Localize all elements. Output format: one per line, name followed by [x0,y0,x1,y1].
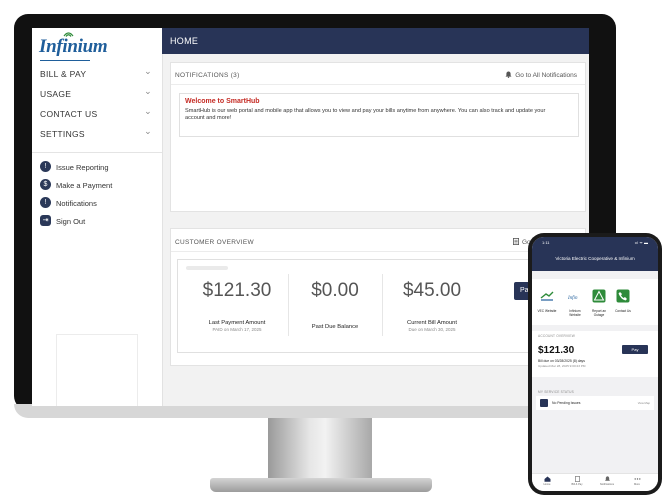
all-notifications-label: Go to All Notifications [515,72,577,79]
phone-tab-label: Bill & Pay [571,483,583,486]
phone-account-title: ACCOUNT OVERVIEW [538,334,575,338]
sidebar-divider [32,152,162,153]
menu-contact-us[interactable]: CONTACT US ⌄ [32,104,162,124]
phone-tab-bar: Home Bill & Pay Notifications More [532,473,658,491]
notifications-title: NOTIFICATIONS (3) [175,72,240,79]
phone-quick-label: Report an Outage [592,309,606,317]
quick-link-label: Sign Out [56,217,86,226]
panel-divider [171,84,585,85]
page-title: HOME [170,36,199,46]
bill-icon [574,476,580,482]
bell-icon [505,71,512,78]
current-bill-label: Current Bill Amount [407,320,457,326]
panel-divider [171,251,585,252]
customer-overview-title: CUSTOMER OVERVIEW [175,239,254,246]
phone-service-more[interactable]: View Map [638,401,650,405]
quick-link-label: Notifications [56,199,97,208]
account-summary: $121.30 Last Payment Amount PAID on Marc… [177,259,581,353]
menu-settings[interactable]: SETTINGS ⌄ [32,124,162,144]
monitor-chin [14,404,616,418]
phone-quick-label: Contact Us [615,309,631,313]
phone-quick-label: VEC Website [537,309,557,313]
report-outage-icon[interactable] [592,289,606,303]
phone-tab-label: More [634,483,640,486]
phone-status-icons: •ıl ᯤ ▬ [634,240,648,245]
current-bill-amount: $45.00 [402,280,462,301]
current-bill-due-date: Due on March 30, 2025 [408,327,456,332]
welcome-notification[interactable]: Welcome to SmartHub SmartHub is our web … [179,93,579,137]
menu-bill-pay-label: BILL & PAY [40,69,87,79]
notifications-panel: NOTIFICATIONS (3) Go to All Notification… [170,62,586,212]
monitor-stand-foot [210,478,432,492]
dollar-icon: $ [40,179,51,190]
bell-icon [604,476,610,481]
phone-device: 1:11 •ıl ᯤ ▬ Victoria Electric Cooperati… [528,233,662,495]
menu-usage-label: USAGE [40,89,72,99]
chevron-down-icon: ⌄ [144,106,152,116]
more-icon [634,478,640,480]
last-payment-date: PAID on March 17, 2025 [212,327,262,332]
exclamation-icon: ! [40,161,51,172]
last-payment-label: Last Payment Amount [208,320,266,326]
phone-tab-label: Notifications [599,483,615,486]
last-payment-amount: $121.30 [202,280,272,301]
phone-updated-text: Updated Mar 28, 2025 9:00:23 PM [538,364,586,368]
sidebar: Infinium BILL & PAY ⌄ USAGE ⌄ CONTACT US… [32,28,163,406]
phone-tab-notifications[interactable]: Notifications [595,476,619,486]
redacted-account-line [186,266,228,270]
svg-text:Infin: Infin [568,296,578,301]
column-divider [382,274,383,336]
phone-app-title: Victoria Electric Cooperative & Infinium [555,256,635,261]
home-icon [544,476,550,482]
quick-link-label: Make a Payment [56,181,113,190]
phone-account-overview: ACCOUNT OVERVIEW $121.30 Bill due on 03/… [532,331,658,377]
vec-logo-icon[interactable] [540,289,554,303]
document-icon [513,238,519,245]
customer-overview-panel: CUSTOMER OVERVIEW Go T $121.30 Last Paym… [170,228,586,366]
menu-usage[interactable]: USAGE ⌄ [32,84,162,104]
phone-tab-home[interactable]: Home [535,476,559,486]
phone-service-item[interactable]: No Pending Issues View Map [536,396,654,410]
past-due-amount: $0.00 [311,280,359,301]
phone-service-label: No Pending Issues [552,401,581,405]
bell-icon: ! [40,197,51,208]
phone-due-text: Bill due on 03/28/2025 (8) days [538,359,585,363]
welcome-title: Welcome to SmartHub [185,98,260,105]
monitor-screen: Infinium BILL & PAY ⌄ USAGE ⌄ CONTACT US… [32,28,589,406]
phone-quick-links: VEC Website Infin Infinium Website Repor… [532,279,658,325]
monitor-stand-neck [268,418,372,480]
phone-amount: $121.30 [538,345,575,356]
sign-out-icon: ⇥ [40,215,51,226]
phone-pay-button[interactable]: Pay [622,345,648,354]
infinium-logo[interactable]: Infinium [39,36,108,58]
sidebar-ad-box [56,334,138,406]
bell-icon [540,399,548,407]
infinium-logo-icon[interactable]: Infin [568,289,582,303]
menu-settings-label: SETTINGS [40,129,85,139]
logo-underline [40,60,90,61]
top-header-bar: HOME [162,28,589,54]
all-notifications-link[interactable]: Go to All Notifications [505,71,577,79]
chevron-down-icon: ⌄ [144,126,152,136]
phone-quick-label: Infinium Website [569,309,581,317]
phone-screen: 1:11 •ıl ᯤ ▬ Victoria Electric Cooperati… [532,237,658,491]
phone-tab-more[interactable]: More [625,476,649,486]
menu-bill-pay[interactable]: BILL & PAY ⌄ [32,64,162,84]
phone-tab-bill-pay[interactable]: Bill & Pay [565,476,589,486]
contact-us-icon[interactable] [616,289,630,303]
menu-contact-us-label: CONTACT US [40,109,98,119]
phone-time: 1:11 [542,240,550,245]
chevron-down-icon: ⌄ [144,66,152,76]
phone-header: 1:11 •ıl ᯤ ▬ Victoria Electric Cooperati… [532,237,658,271]
quick-link-label: Issue Reporting [56,163,109,172]
past-due-label: Past Due Balance [311,324,359,330]
chevron-down-icon: ⌄ [144,86,152,96]
phone-service-title: MY SERVICE STATUS [538,390,574,394]
column-divider [288,274,289,336]
welcome-text: SmartHub is our web portal and mobile ap… [185,108,546,121]
phone-tab-label: Home [543,483,551,486]
